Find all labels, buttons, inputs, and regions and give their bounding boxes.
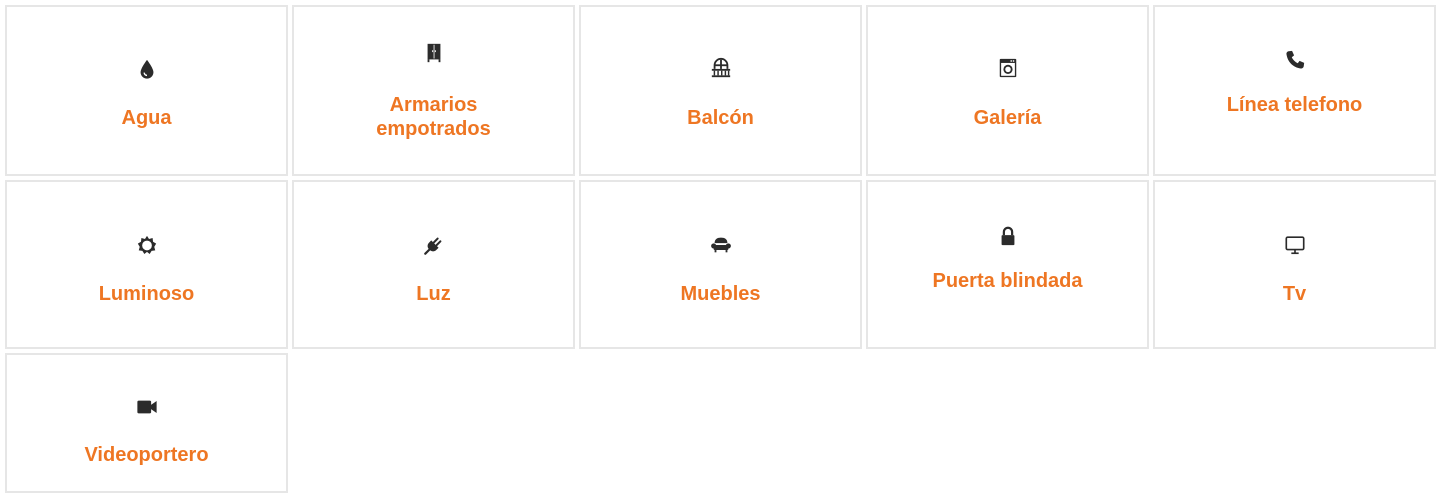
balcony-icon xyxy=(710,57,732,79)
feature-tv: Tv xyxy=(1153,180,1436,349)
sun-icon xyxy=(136,234,158,256)
monitor-icon xyxy=(1284,234,1306,256)
feature-label: Tv xyxy=(1282,283,1307,305)
feature-label: Armarios empotrados xyxy=(376,94,491,140)
water-drop-icon xyxy=(136,58,158,80)
feature-label: Agua xyxy=(121,107,172,129)
feature-balcon: Balcón xyxy=(579,5,862,176)
feature-label: Balcón xyxy=(687,107,754,129)
feature-label: Luz xyxy=(416,283,451,305)
features-grid: Agua Armarios empotrados Balcón Galería … xyxy=(5,5,1438,493)
lock-icon xyxy=(997,225,1019,247)
plug-icon xyxy=(423,234,445,256)
feature-label: Luminoso xyxy=(98,283,195,305)
feature-agua: Agua xyxy=(5,5,288,176)
feature-label: Puerta blindada xyxy=(932,270,1083,292)
feature-luminoso: Luminoso xyxy=(5,180,288,349)
armchair-icon xyxy=(710,234,732,256)
feature-label: Muebles xyxy=(680,283,761,305)
feature-muebles: Muebles xyxy=(579,180,862,349)
washing-machine-icon xyxy=(997,57,1019,79)
wardrobe-icon xyxy=(423,42,445,64)
video-camera-icon xyxy=(136,396,158,418)
feature-galeria: Galería xyxy=(866,5,1149,176)
feature-label: Videoportero xyxy=(84,444,209,466)
phone-icon xyxy=(1284,49,1306,71)
feature-label: Galería xyxy=(973,107,1042,129)
feature-linea-telefono: Línea telefono xyxy=(1153,5,1436,176)
feature-puerta-blindada: Puerta blindada xyxy=(866,180,1149,349)
feature-videoportero: Videoportero xyxy=(5,353,288,493)
feature-label: Línea telefono xyxy=(1226,94,1363,116)
feature-armarios-empotrados: Armarios empotrados xyxy=(292,5,575,176)
feature-luz: Luz xyxy=(292,180,575,349)
